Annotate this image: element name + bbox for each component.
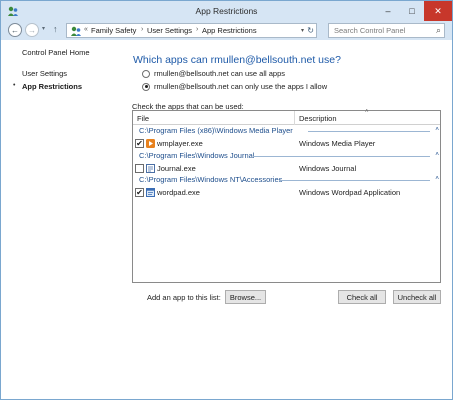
sidebar-item-control-panel-home[interactable]: Control Panel Home (22, 48, 90, 57)
column-header-description[interactable]: Description (299, 114, 337, 123)
address-bar: ← → ▾ ↑ « Family Safety › User Settings … (1, 21, 452, 40)
address-dropdown-icon[interactable]: ▾ (301, 27, 304, 34)
option-only-allowed-apps[interactable]: rmullen@bellsouth.net can only use the a… (142, 82, 327, 91)
option-label: rmullen@bellsouth.net can only use the a… (154, 82, 328, 91)
checkbox-checked[interactable]: ✔ (135, 188, 144, 197)
browse-button[interactable]: Browse... (225, 290, 266, 304)
uncheck-all-button[interactable]: Uncheck all (393, 290, 441, 304)
app-restrictions-window: App Restrictions – □ ✕ ← → ▾ ↑ « Family … (0, 0, 453, 400)
radio-button-selected[interactable] (142, 82, 150, 91)
search-icon[interactable]: ⌕ (436, 25, 441, 36)
search-input[interactable]: Search Control Panel ⌕ (328, 23, 445, 38)
list-item[interactable]: ✔ wordpad.exe Windows Wordpad Applicatio… (135, 187, 440, 199)
maximize-button[interactable]: □ (400, 1, 424, 21)
recent-locations-dropdown[interactable]: ▾ (42, 25, 45, 32)
breadcrumb-item-app-restrictions[interactable]: App Restrictions (202, 26, 257, 35)
column-header-file[interactable]: File (137, 114, 149, 123)
app-file-name: wordpad.exe (157, 188, 200, 197)
title-bar: App Restrictions – □ ✕ (1, 1, 452, 21)
checkbox-unchecked[interactable] (135, 164, 144, 173)
option-use-all-apps[interactable]: rmullen@bellsouth.net can use all apps (142, 69, 285, 78)
breadcrumb-separator[interactable]: › (141, 26, 143, 33)
collapse-icon[interactable]: ˄ (435, 126, 439, 133)
up-button[interactable]: ↑ (53, 24, 58, 34)
wordpad-icon (146, 188, 155, 197)
forward-button[interactable]: → (25, 23, 39, 37)
group-path: C:\Program Files\Windows Journal (139, 151, 255, 160)
breadcrumb-item-family-safety[interactable]: Family Safety (91, 26, 136, 35)
group-path: C:\Program Files\Windows NT\Accessories (139, 175, 283, 184)
minimize-button[interactable]: – (376, 1, 400, 21)
check-all-button[interactable]: Check all (338, 290, 386, 304)
group-header-windows-journal[interactable]: C:\Program Files\Windows Journal ˄ (139, 151, 439, 161)
list-item[interactable]: Journal.exe Windows Journal (135, 163, 440, 175)
app-description: Windows Wordpad Application (299, 188, 401, 197)
radio-button-unselected[interactable] (142, 69, 150, 78)
apps-list[interactable]: File ˄ Description C:\Program Files (x86… (132, 109, 441, 283)
group-divider (253, 156, 430, 157)
breadcrumb[interactable]: « Family Safety › User Settings › App Re… (66, 23, 317, 38)
journal-icon (146, 164, 155, 173)
app-file-name: wmplayer.exe (157, 139, 203, 148)
breadcrumb-item-user-settings[interactable]: User Settings (147, 26, 192, 35)
page-title: Which apps can rmullen@bellsouth.net use… (133, 54, 341, 66)
breadcrumb-overflow[interactable]: « (84, 26, 88, 33)
list-header: File ˄ Description (133, 109, 440, 125)
refresh-icon[interactable]: ↻ (307, 26, 314, 35)
sidebar-item-app-restrictions: App Restrictions (22, 82, 83, 91)
family-safety-icon (71, 26, 81, 36)
sidebar-item-user-settings[interactable]: User Settings (22, 69, 67, 78)
list-item[interactable]: ✔ wmplayer.exe Windows Media Player (135, 138, 440, 150)
back-button[interactable]: ← (8, 23, 22, 37)
media-player-icon (146, 139, 155, 148)
app-file-name: Journal.exe (157, 164, 196, 173)
column-divider[interactable] (294, 111, 295, 125)
left-pane: Control Panel Home User Settings • App R… (1, 40, 121, 399)
group-path: C:\Program Files (x86)\Windows Media Pla… (139, 126, 293, 135)
group-header-accessories[interactable]: C:\Program Files\Windows NT\Accessories … (139, 175, 439, 185)
collapse-icon[interactable]: ˄ (435, 175, 439, 182)
app-description: Windows Media Player (299, 139, 376, 148)
collapse-icon[interactable]: ˄ (435, 151, 439, 158)
breadcrumb-separator[interactable]: › (196, 26, 198, 33)
checkbox-checked[interactable]: ✔ (135, 139, 144, 148)
group-divider (308, 131, 430, 132)
search-placeholder: Search Control Panel (334, 26, 406, 35)
option-label: rmullen@bellsouth.net can use all apps (154, 69, 286, 78)
close-button[interactable]: ✕ (424, 1, 452, 21)
app-description: Windows Journal (299, 164, 357, 173)
group-divider (279, 180, 430, 181)
add-app-label: Add an app to this list: (147, 293, 221, 302)
sort-caret-icon: ˄ (365, 109, 369, 115)
current-page-bullet-icon: • (13, 82, 16, 89)
group-header-windows-media-player[interactable]: C:\Program Files (x86)\Windows Media Pla… (139, 126, 439, 136)
